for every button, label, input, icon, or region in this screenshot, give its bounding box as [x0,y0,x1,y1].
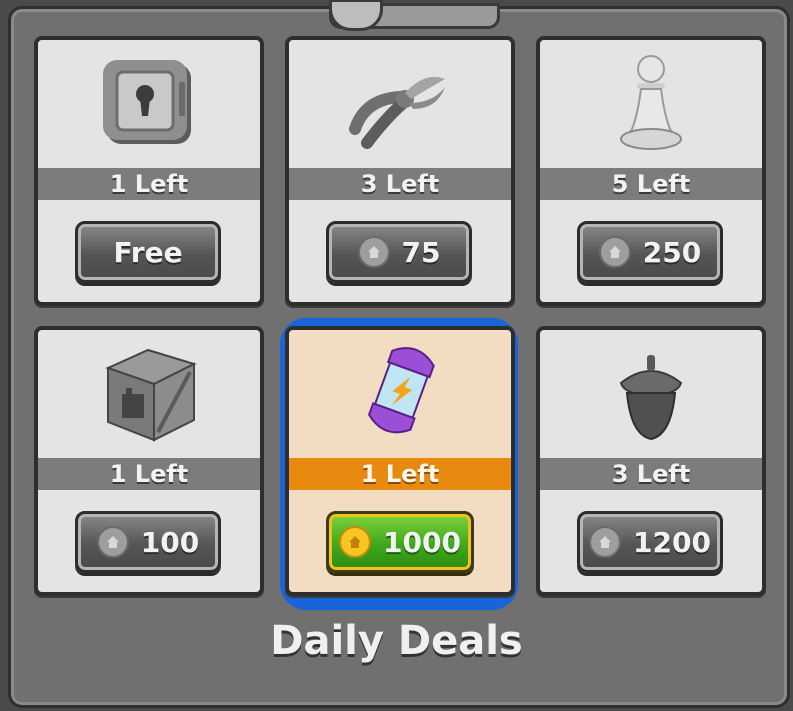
coin-icon [357,236,390,268]
pliers-icon [289,40,511,168]
deal-card-pawn[interactable]: 5 Left 250 [536,36,766,306]
price-label: 1200 [633,525,711,559]
deal-card-safe[interactable]: 1 Left Free [34,36,264,306]
claim-free-button[interactable]: Free [75,221,221,283]
price-label: 100 [140,525,200,559]
pawn-icon [540,40,762,168]
buy-button[interactable]: 250 [577,221,723,283]
coin-icon [339,526,372,558]
coin-icon [96,526,129,558]
deal-card-acorn[interactable]: 3 Left 1200 [536,326,766,596]
safe-icon [38,40,260,168]
deal-card-crate[interactable]: 1 Left 100 [34,326,264,596]
price-label: 1000 [383,525,461,559]
deal-card-pliers[interactable]: 3 Left 75 [285,36,515,306]
buy-button[interactable]: 75 [326,221,472,283]
buy-button[interactable]: 1000 [326,511,474,573]
acorn-icon [540,330,762,458]
stock-label: 1 Left [38,458,260,490]
coin-icon [598,236,631,268]
buy-button[interactable]: 100 [75,511,221,573]
stock-label: 3 Left [540,458,762,490]
price-label: 250 [642,235,702,269]
price-label: Free [113,235,183,269]
stock-label: 3 Left [289,168,511,200]
panel-title: Daily Deals [270,618,523,664]
stock-label: 1 Left [289,458,511,490]
energy-capsule-icon [289,330,511,458]
deal-card-energy-capsule[interactable]: 1 Left 1000 [285,326,515,596]
buy-button[interactable]: 1200 [577,511,723,573]
coin-icon [589,526,622,558]
price-label: 75 [401,235,441,269]
crate-icon [38,330,260,458]
stock-label: 5 Left [540,168,762,200]
stock-label: 1 Left [38,168,260,200]
